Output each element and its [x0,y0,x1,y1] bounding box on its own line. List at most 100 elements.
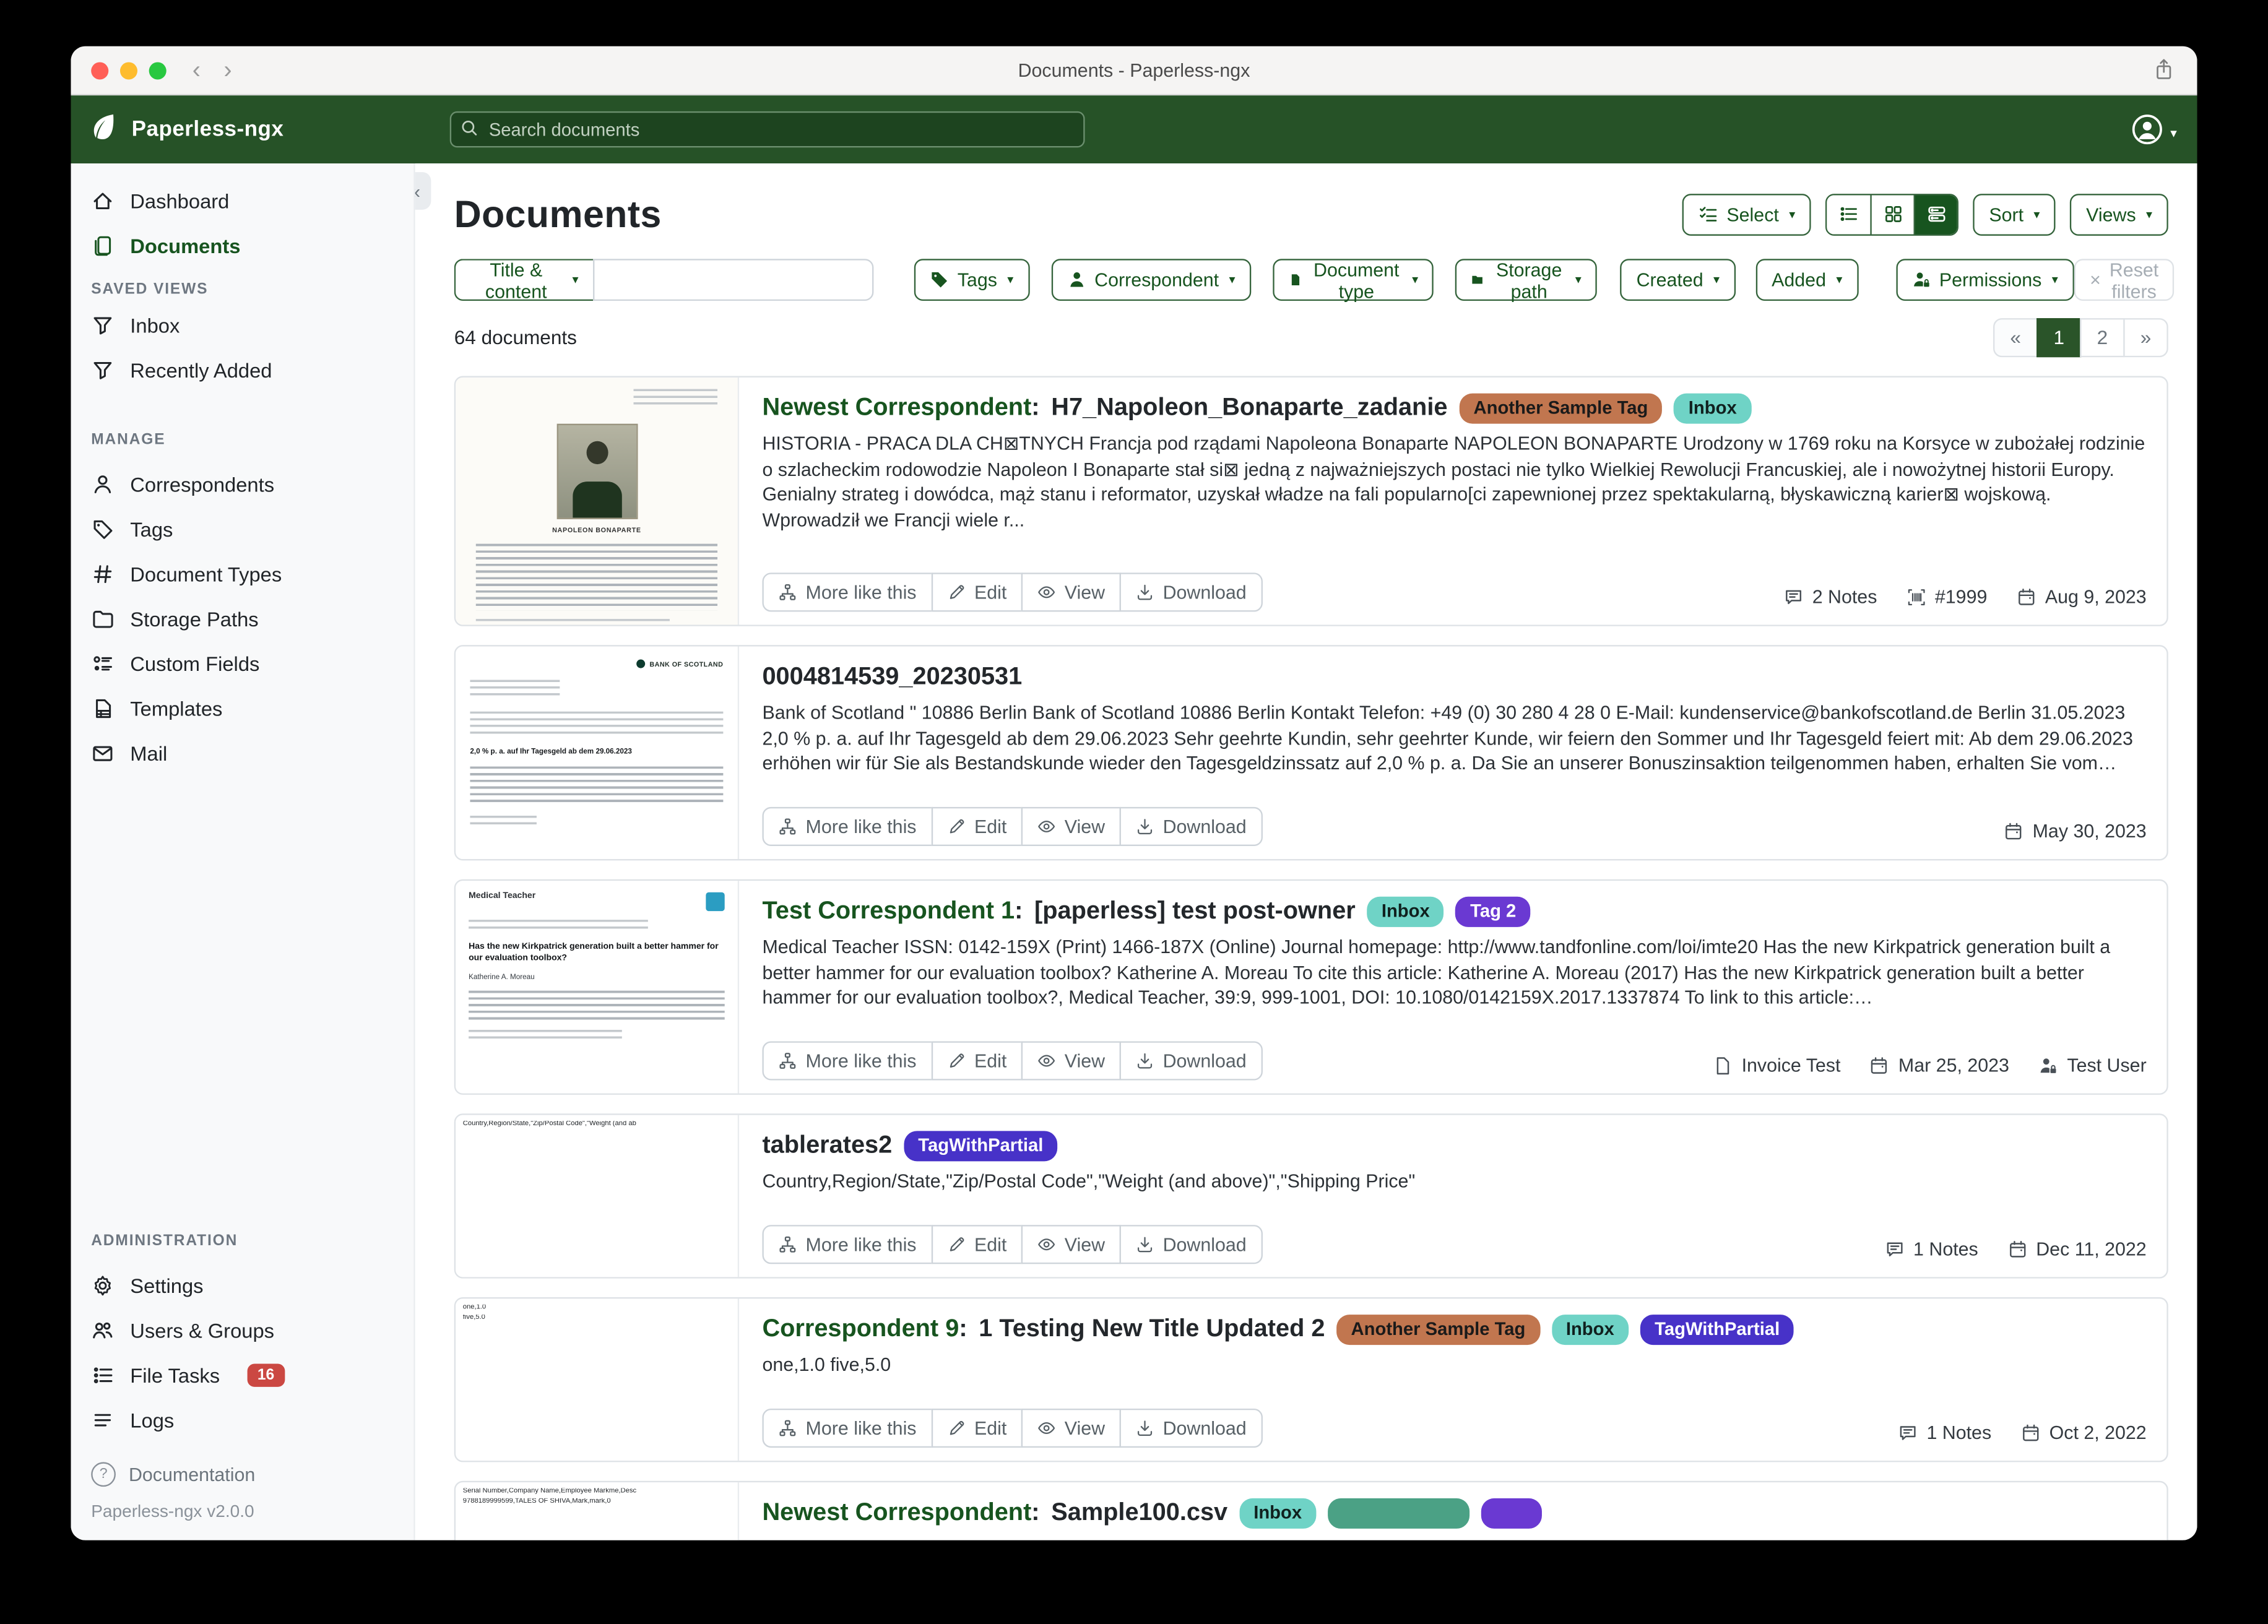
sidebar-item-custom-fields[interactable]: Custom Fields [71,641,413,685]
tag-another-sample-tag[interactable]: Another Sample Tag [1336,1314,1540,1344]
tag-tagwithpartial[interactable]: TagWithPartial [1640,1314,1794,1344]
sidebar-item-logs[interactable]: Logs [71,1397,413,1441]
sidebar-item-file-tasks[interactable]: File Tasks 16 [71,1352,413,1397]
close-window-button[interactable] [91,61,108,79]
pagination-page-2[interactable]: 2 [2080,318,2124,357]
reset-filters-button[interactable]: × Reset filters [2074,259,2175,301]
sidebar-item-storage-paths[interactable]: Storage Paths [71,596,413,641]
view-button[interactable]: View [1021,572,1121,611]
document-title-link[interactable]: tablerates2 [762,1131,892,1160]
download-button[interactable]: Download [1119,1409,1262,1448]
grid-view-button[interactable] [1871,194,1914,233]
tag-inbox[interactable]: Inbox [1674,392,1751,423]
document-title-link[interactable]: H7_Napoleon_Bonaparte_zadanie [1051,394,1447,423]
minimize-window-button[interactable] [120,61,137,79]
document-title-link[interactable]: Sample100.csv [1051,1498,1227,1527]
tag-tag-2[interactable]: Tag 2 [1456,896,1531,926]
download-button[interactable]: Download [1119,572,1262,611]
sidebar-item-documents[interactable]: Documents [71,223,413,267]
edit-button[interactable]: Edit [931,1409,1023,1448]
download-button[interactable]: Download [1119,807,1262,846]
notes-meta[interactable]: 1 Notes [1898,1422,1991,1443]
document-thumbnail[interactable]: Serial Number,Company Name,Employee Mark… [456,1482,739,1540]
document-thumbnail[interactable]: BANK OF SCOTLAND 2,0 % p. a. auf Ihr Tag… [456,647,739,859]
view-button[interactable]: View [1021,1225,1121,1264]
correspondent-filter-button[interactable]: Correspondent ▾ [1051,259,1251,301]
document-thumbnail[interactable]: Medical Teacher Has the new Kirkpatrick … [456,881,739,1093]
tag-another-sample-tag[interactable]: Another Sample Tag [1459,392,1663,423]
view-button[interactable]: View [1021,1409,1121,1448]
sidebar-item-inbox[interactable]: Inbox [71,302,413,347]
tag-pill[interactable] [1328,1498,1469,1528]
document-title-link[interactable]: [paperless] test post-owner [1034,897,1356,926]
notes-meta[interactable]: 1 Notes [1884,1238,1978,1259]
document-thumbnail[interactable]: Country,Region/State,"Zip/Postal Code","… [456,1115,739,1277]
edit-button[interactable]: Edit [931,572,1023,611]
edit-button[interactable]: Edit [931,1041,1023,1080]
document-correspondent-link[interactable]: Newest Correspondent: [762,394,1039,423]
list-view-button[interactable] [1827,194,1871,233]
tag-inbox[interactable]: Inbox [1551,1314,1629,1344]
date-meta[interactable]: May 30, 2023 [2004,820,2147,842]
document-correspondent-link[interactable]: Correspondent 9: [762,1315,967,1344]
more-like-this-button[interactable]: More like this [762,572,932,611]
document-type-filter-button[interactable]: Document type ▾ [1273,259,1434,301]
pagination-next[interactable]: » [2123,318,2168,357]
detail-view-button[interactable] [1914,194,1957,233]
tag-tagwithpartial[interactable]: TagWithPartial [904,1130,1058,1160]
added-filter-button[interactable]: Added ▾ [1755,259,1858,301]
download-button[interactable]: Download [1119,1041,1262,1080]
select-button[interactable]: Select ▾ [1682,193,1811,235]
back-icon[interactable]: ‹ [193,58,201,82]
documentation-link[interactable]: ? Documentation [71,1453,413,1493]
more-like-this-button[interactable]: More like this [762,807,932,846]
more-like-this-button[interactable]: More like this [762,1225,932,1264]
document-thumbnail[interactable]: NAPOLEON BONAPARTE [456,378,739,625]
edit-button[interactable]: Edit [931,1225,1023,1264]
filter-field-selector[interactable]: Title & content ▾ [454,259,593,301]
document-correspondent-link[interactable]: Test Correspondent 1: [762,897,1023,926]
sort-button[interactable]: Sort ▾ [1973,193,2056,235]
sidebar-item-correspondents[interactable]: Correspondents [71,461,413,506]
tags-filter-button[interactable]: Tags ▾ [914,259,1029,301]
date-meta[interactable]: Oct 2, 2022 [2020,1422,2147,1443]
sidebar-collapse-button[interactable]: « [415,172,431,210]
sidebar-item-document-types[interactable]: Document Types [71,551,413,595]
sidebar-item-dashboard[interactable]: Dashboard [71,178,413,222]
sidebar-item-settings[interactable]: Settings [71,1263,413,1307]
sidebar-item-users-groups[interactable]: Users & Groups [71,1307,413,1352]
view-button[interactable]: View [1021,807,1121,846]
sidebar-item-tags[interactable]: Tags [71,506,413,551]
storage-path-filter-button[interactable]: Storage path ▾ [1456,259,1598,301]
pagination-page-1[interactable]: 1 [2036,318,2081,357]
view-button[interactable]: View [1021,1041,1121,1080]
app-brand[interactable]: Paperless-ngx [89,111,284,149]
download-button[interactable]: Download [1119,1225,1262,1264]
sidebar-item-templates[interactable]: Templates [71,686,413,730]
notes-meta[interactable]: 2 Notes [1783,585,1877,607]
permissions-filter-button[interactable]: Permissions ▾ [1896,259,2074,301]
edit-button[interactable]: Edit [931,807,1023,846]
date-meta[interactable]: Dec 11, 2022 [2007,1238,2147,1259]
sidebar-item-mail[interactable]: Mail [71,730,413,775]
document-title-link[interactable]: 1 Testing New Title Updated 2 [979,1315,1325,1344]
document-thumbnail[interactable]: one,1.0 five,5.0 [456,1298,739,1461]
search-input[interactable] [450,111,1085,147]
created-filter-button[interactable]: Created ▾ [1621,259,1736,301]
tag-inbox[interactable]: Inbox [1239,1498,1317,1528]
pagination-prev[interactable]: « [1993,318,2038,357]
date-meta[interactable]: Mar 25, 2023 [1869,1054,2009,1076]
more-like-this-button[interactable]: More like this [762,1041,932,1080]
asn-meta[interactable]: #1999 [1906,585,1987,607]
forward-icon[interactable]: › [223,58,232,82]
sidebar-item-recently-added[interactable]: Recently Added [71,347,413,392]
date-meta[interactable]: Aug 9, 2023 [2016,585,2147,607]
views-button[interactable]: Views ▾ [2070,193,2168,235]
tag-inbox[interactable]: Inbox [1367,896,1444,926]
share-icon[interactable] [2153,58,2174,88]
filter-text-input[interactable] [593,259,873,301]
zoom-window-button[interactable] [149,61,167,79]
document-title-link[interactable]: 0004814539_20230531 [762,662,1022,691]
more-like-this-button[interactable]: More like this [762,1409,932,1448]
owner-meta[interactable]: Test User [2038,1054,2147,1076]
